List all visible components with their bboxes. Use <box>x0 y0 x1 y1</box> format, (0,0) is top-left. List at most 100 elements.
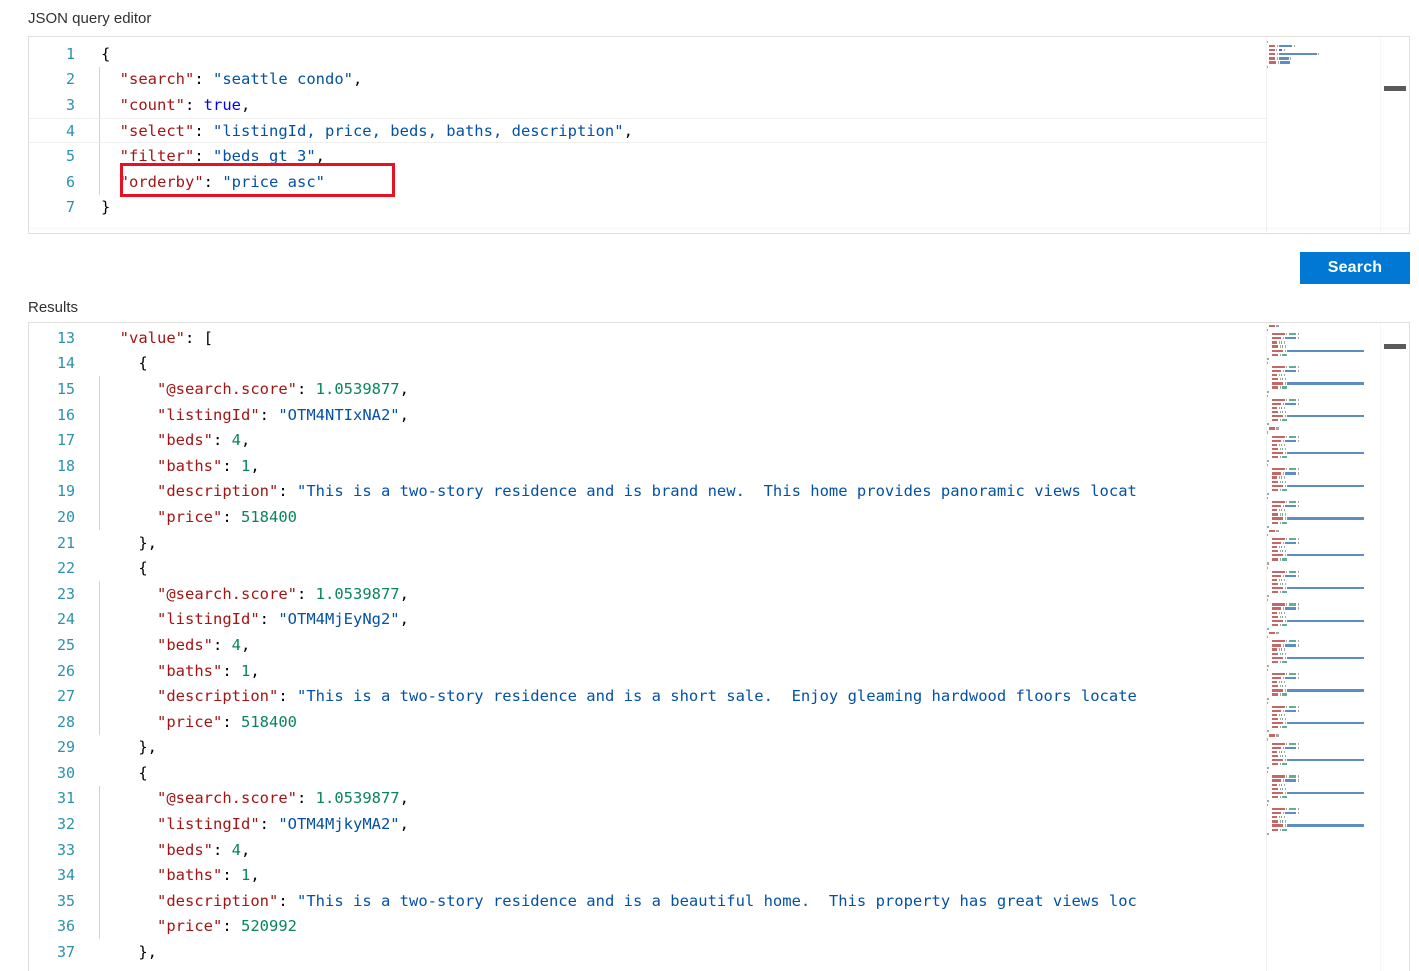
minimap-line <box>1267 595 1381 598</box>
code-line[interactable]: 20 "price": 518400 <box>29 504 1409 530</box>
code-line[interactable]: 31 "@search.score": 1.0539877, <box>29 785 1409 812</box>
code-line-text: "@search.score": 1.0539877, <box>157 584 409 603</box>
code-line[interactable]: 6 "orderby": "price asc" <box>29 168 1409 195</box>
code-line[interactable]: 25 "beds": 4, <box>29 632 1409 658</box>
code-line[interactable]: 32 "listingId": "OTM4MjkyMA2", <box>29 811 1409 837</box>
code-line-text: { <box>101 44 111 63</box>
indent-guide <box>99 580 100 607</box>
code-line-text: "baths": 1, <box>157 866 260 885</box>
code-line-text: "orderby": "price asc" <box>119 172 325 191</box>
minimap-line <box>1267 61 1381 64</box>
code-line[interactable]: 28 "price": 518400 <box>29 708 1409 735</box>
code-line[interactable]: 3 "count": true, <box>29 92 1409 118</box>
code-line-text: "beds": 4, <box>157 635 251 654</box>
minimap-line <box>1267 615 1381 619</box>
code-line[interactable]: 35 "description": "This is a two-story r… <box>29 888 1409 914</box>
code-line[interactable]: 16 "listingId": "OTM4NTIxNA2", <box>29 401 1409 428</box>
code-line[interactable]: 34 "baths": 1, <box>29 862 1409 889</box>
minimap-line <box>1267 402 1381 406</box>
query-editor-minimap[interactable] <box>1266 37 1381 233</box>
minimap-line <box>1267 427 1381 430</box>
minimap-line <box>1267 353 1381 357</box>
minimap-line <box>1267 791 1381 795</box>
line-number: 18 <box>56 456 75 475</box>
results-code-area[interactable]: 13 "value": [14 {15 "@search.score": 1.0… <box>29 323 1409 971</box>
minimap-line <box>1267 496 1381 500</box>
minimap-line <box>1267 41 1381 44</box>
line-number: 5 <box>65 147 75 166</box>
code-line[interactable]: 5 "filter": "beds gt 3", <box>29 143 1409 169</box>
minimap-line <box>1267 738 1381 741</box>
line-number: 6 <box>65 172 75 191</box>
search-button[interactable]: Search <box>1300 252 1410 284</box>
code-line-text: "description": "This is a two-story resi… <box>157 687 1137 706</box>
minimap-line <box>1267 505 1381 508</box>
code-line[interactable]: 30 { <box>29 760 1409 786</box>
code-line[interactable]: 19 "description": "This is a two-story r… <box>29 478 1409 505</box>
code-line[interactable]: 23 "@search.score": 1.0539877, <box>29 580 1409 607</box>
code-line[interactable]: 29 }, <box>29 735 1409 761</box>
minimap-line <box>1267 419 1381 422</box>
code-line[interactable]: 1{ <box>29 41 1409 67</box>
minimap-line <box>1267 701 1381 705</box>
minimap-line <box>1267 464 1381 467</box>
results-editor-scrollbar[interactable] <box>1380 323 1409 971</box>
code-line[interactable]: 17 "beds": 4, <box>29 427 1409 453</box>
code-line-text: "baths": 1, <box>157 456 260 475</box>
code-line[interactable]: 14 { <box>29 351 1409 377</box>
indent-guide <box>99 66 100 93</box>
code-line[interactable]: 4 "select": "listingId, price, beds, bat… <box>29 117 1409 144</box>
code-line[interactable]: 37 }, <box>29 939 1409 965</box>
minimap-line <box>1267 689 1381 692</box>
minimap-line <box>1267 754 1381 758</box>
code-line[interactable]: 15 "@search.score": 1.0539877, <box>29 376 1409 402</box>
code-line[interactable]: 21 }, <box>29 530 1409 556</box>
minimap-line <box>1267 578 1381 582</box>
minimap-line <box>1267 390 1381 394</box>
minimap-line <box>1267 763 1381 766</box>
code-line-text: "@search.score": 1.0539877, <box>157 379 409 398</box>
code-line[interactable]: 36 "price": 520992 <box>29 913 1409 940</box>
indent-guide <box>99 118 100 143</box>
minimap-line <box>1267 668 1381 672</box>
minimap-line <box>1267 750 1381 754</box>
minimap-line <box>1267 566 1381 570</box>
line-number: 2 <box>65 70 75 89</box>
code-line[interactable]: 26 "baths": 1, <box>29 657 1409 684</box>
code-line-text: }, <box>101 533 157 552</box>
minimap-line <box>1267 533 1381 537</box>
minimap-line <box>1267 599 1381 602</box>
code-line[interactable]: 22 { <box>29 555 1409 581</box>
indent-guide <box>99 708 100 735</box>
minimap-line <box>1267 488 1381 492</box>
code-line[interactable]: 7} <box>29 195 1409 221</box>
minimap-line <box>1267 394 1381 398</box>
results-editor-scroll-thumb[interactable] <box>1384 344 1406 349</box>
indent-guide <box>99 452 100 479</box>
minimap-line <box>1267 808 1381 811</box>
line-number: 20 <box>56 507 75 526</box>
line-number: 31 <box>56 789 75 808</box>
code-line-text: { <box>101 354 148 373</box>
query-editor-scrollbar[interactable] <box>1380 37 1409 233</box>
json-query-editor[interactable]: 1{2 "search": "seattle condo", 3 "count":… <box>28 36 1410 234</box>
code-line-text: "search": "seattle condo", <box>119 70 363 89</box>
minimap-line <box>1267 349 1381 353</box>
code-line[interactable]: 2 "search": "seattle condo", <box>29 66 1409 93</box>
code-line[interactable]: 13 "value": [ <box>29 325 1409 351</box>
code-line[interactable]: 27 "description": "This is a two-story r… <box>29 683 1409 709</box>
code-line[interactable]: 24 "listingId": "OTM4MjEyNg2", <box>29 606 1409 633</box>
code-line-text: "description": "This is a two-story resi… <box>157 482 1137 501</box>
code-line-text: "count": true, <box>119 95 251 114</box>
results-editor-minimap[interactable] <box>1266 323 1381 971</box>
minimap-line <box>1267 439 1381 443</box>
results-editor[interactable]: 13 "value": [14 {15 "@search.score": 1.0… <box>28 322 1410 971</box>
indent-guide <box>99 143 100 169</box>
line-number: 15 <box>56 379 75 398</box>
code-line[interactable]: 18 "baths": 1, <box>29 452 1409 479</box>
query-code-area[interactable]: 1{2 "search": "seattle condo", 3 "count":… <box>29 37 1409 233</box>
code-line[interactable]: 33 "beds": 4, <box>29 836 1409 863</box>
minimap-line <box>1267 619 1381 623</box>
query-editor-scroll-thumb[interactable] <box>1384 86 1406 91</box>
minimap-line <box>1267 325 1381 328</box>
